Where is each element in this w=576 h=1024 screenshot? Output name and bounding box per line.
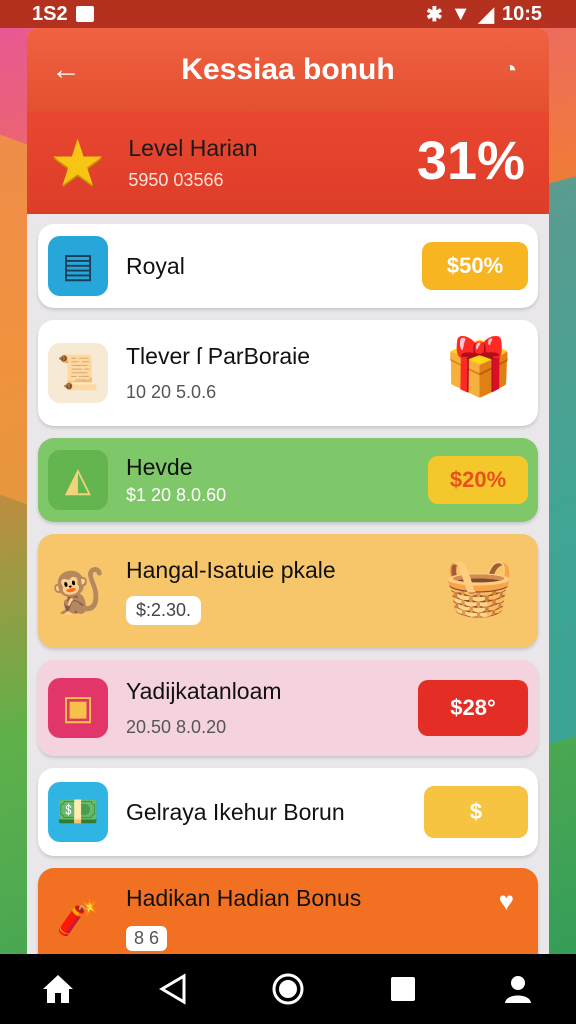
square-recents-icon[interactable] [383,969,423,1009]
back-arrow-icon[interactable]: ← [49,53,83,87]
item-name: Hangal-Isatuie pkale [126,557,336,583]
bonus-panel: ← Kessiaa bonuh ◔ ★ Level Harian 5950 03… [27,28,549,954]
level-card[interactable]: ★ Level Harian 5950 03566 31% [27,112,549,214]
money-icon: 💵 [48,782,108,842]
back-icon[interactable] [153,969,193,1009]
list-item-yadijkatanloam[interactable]: ▣ Yadijkatanloam 20.50 8.0.20 $28° [38,660,538,756]
page-title: Kessiaa bonuh [181,53,395,86]
scroll-icon: 📜 [48,343,108,403]
item-sub: $1 20 8.0.60 [126,485,227,505]
app-bar: ← Kessiaa bonuh ◔ [27,28,549,112]
item-badge[interactable]: $28° [418,680,528,736]
item-sub: 10 20 5.0.6 [126,382,217,402]
circle-home-icon[interactable] [268,969,308,1009]
status-time-left: 1S2 [32,2,68,25]
cracker-icon: 🧨 [56,899,100,937]
item-sub: 20.50 8.0.20 [126,717,227,737]
monkey-icon: 🐒 [50,567,106,616]
level-percent: 31% [416,131,525,191]
list-item-hangal[interactable]: 🐒 Hangal-Isatuie pkale $:2.30. 🧺 [38,534,538,648]
frame-icon: ▣ [48,678,108,738]
profile-icon[interactable]: ◔ [493,53,527,87]
list-item-gelraya[interactable]: 💵 Gelraya Ikehur Borun $ [38,768,538,856]
star-icon: ★ [49,126,107,199]
item-badge[interactable]: $20% [428,456,528,504]
item-name: Gelraya Ikehur Borun [126,798,345,825]
item-sub: $:2.30. [126,596,202,625]
person-icon[interactable] [498,969,538,1009]
wifi-icon: ▼ [450,2,471,25]
item-name: Hevde [126,454,193,480]
basket-icon: 🧺 [444,555,514,618]
list-item-hadikan[interactable]: 🧨 Hadikan Hadian Bonus 8 6 ♥ [38,868,538,954]
status-time-right: 10:5 [501,2,542,25]
calculator-icon: ▤ [48,236,108,296]
status-bar: 1S2 ✱ ▼ ◢ 10:5 [0,0,576,28]
gift-icon: 🎁 [444,335,514,398]
heart-icon[interactable]: ♥ [499,886,514,917]
nacho-icon: ◭ [48,450,108,510]
level-title: Level Harian [128,135,258,161]
background-leaf-right [549,176,576,744]
item-name: Yadijkatanloam [126,678,282,704]
item-badge[interactable]: $50% [422,242,528,290]
bluetooth-icon: ✱ [426,3,443,26]
level-code: 5950 03566 [128,170,224,190]
item-name: Tlever ſ ParBoraie [126,343,311,369]
list-item-hevde[interactable]: ◭ Hevde $1 20 8.0.60 $20% [38,438,538,522]
list-item-tlever[interactable]: 📜 Tlever ſ ParBoraie 10 20 5.0.6 🎁 [38,320,538,426]
signal-icon: ◢ [478,3,494,26]
item-name: Royal [126,252,185,279]
list-item-royal[interactable]: ▤ Royal $50% [38,224,538,308]
item-sub: 8 6 [126,926,168,951]
item-badge[interactable]: $ [424,786,528,838]
background-leaf-left [0,134,30,506]
bonus-list: ▤ Royal $50% 📜 Tlever ſ ParBoraie 10 20 … [27,214,549,954]
home-icon[interactable] [38,969,78,1009]
notification-icon [75,6,94,22]
item-name: Hadikan Hadian Bonus [126,885,362,911]
navigation-bar [0,954,576,1024]
